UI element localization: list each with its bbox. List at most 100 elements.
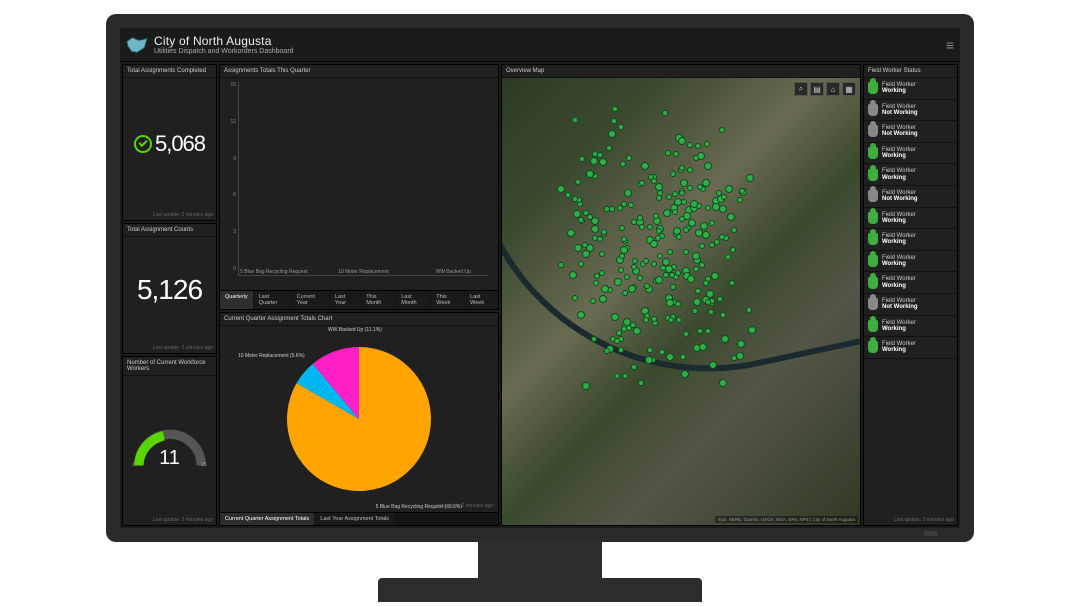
map-point[interactable] (645, 356, 653, 364)
map-point[interactable] (591, 217, 599, 225)
map-point[interactable] (736, 352, 744, 360)
map-point[interactable] (572, 295, 578, 301)
map-point[interactable] (621, 236, 627, 242)
map-point[interactable] (669, 272, 675, 278)
map-point[interactable] (714, 239, 720, 245)
hamburger-menu-icon[interactable]: ≡ (946, 37, 954, 53)
map-point[interactable] (601, 229, 607, 235)
map-point[interactable] (651, 261, 657, 267)
map-point[interactable] (746, 307, 752, 313)
map-point[interactable] (572, 196, 578, 202)
bar-tab[interactable]: Last Month (396, 291, 430, 309)
map-point[interactable] (709, 242, 715, 248)
map-point[interactable] (705, 328, 711, 334)
map-point[interactable] (656, 228, 662, 234)
map-point[interactable] (582, 382, 590, 390)
map-point[interactable] (620, 246, 628, 254)
map-point[interactable] (663, 272, 669, 278)
map-point[interactable] (572, 117, 578, 123)
map-point[interactable] (692, 252, 700, 260)
worker-item[interactable]: Field WorkerNot Working (864, 100, 957, 122)
map-point[interactable] (611, 313, 619, 321)
map-point[interactable] (706, 290, 714, 298)
map-point[interactable] (628, 285, 636, 293)
map-point[interactable] (608, 130, 616, 138)
bar-tab[interactable]: Last Year (330, 291, 360, 309)
map-point[interactable] (614, 278, 622, 286)
map-point[interactable] (644, 283, 650, 289)
map-point[interactable] (592, 151, 598, 157)
worker-item[interactable]: Field WorkerWorking (864, 316, 957, 338)
map-point[interactable] (687, 167, 693, 173)
map-point[interactable] (631, 264, 637, 270)
map-point[interactable] (657, 253, 663, 259)
map-point[interactable] (672, 191, 678, 197)
worker-item[interactable]: Field WorkerNot Working (864, 294, 957, 316)
pie-tab[interactable]: Current Quarter Assignment Totals (220, 513, 314, 525)
map-point[interactable] (574, 244, 582, 252)
map-point[interactable] (720, 312, 726, 318)
worker-item[interactable]: Field WorkerNot Working (864, 186, 957, 208)
map-point[interactable] (579, 156, 585, 162)
map-point[interactable] (683, 249, 689, 255)
map-point[interactable] (678, 137, 686, 145)
map-point[interactable] (695, 288, 701, 294)
map-point[interactable] (679, 165, 685, 171)
map-point[interactable] (705, 205, 711, 211)
bar-tab[interactable]: Last Quarter (254, 291, 291, 309)
map-point[interactable] (647, 347, 653, 353)
map-point[interactable] (604, 348, 610, 354)
map-point[interactable] (675, 301, 681, 307)
map-point[interactable] (702, 179, 710, 187)
map-point[interactable] (618, 347, 624, 353)
map-point[interactable] (681, 370, 689, 378)
map-point[interactable] (709, 361, 717, 369)
map-home-icon[interactable]: ⌂ (826, 82, 840, 96)
map-point[interactable] (731, 355, 737, 361)
map-point[interactable] (619, 225, 625, 231)
map-point[interactable] (611, 118, 617, 124)
map-point[interactable] (643, 317, 649, 323)
map-point[interactable] (622, 373, 628, 379)
map-search-icon[interactable]: ⌕ (794, 82, 808, 96)
map-point[interactable] (695, 143, 701, 149)
map-point[interactable] (624, 274, 630, 280)
bar-tab[interactable]: Last Week (465, 291, 498, 309)
map-point[interactable] (628, 202, 634, 208)
map-point[interactable] (586, 244, 594, 252)
map-basemap-icon[interactable]: ▦ (842, 82, 856, 96)
map-point[interactable] (672, 209, 678, 215)
worker-item[interactable]: Field WorkerNot Working (864, 121, 957, 143)
map-point[interactable] (674, 198, 682, 206)
map-point[interactable] (663, 209, 671, 217)
map-point[interactable] (704, 141, 710, 147)
map-point[interactable] (623, 318, 631, 326)
bar-tab[interactable]: Quarterly (220, 291, 253, 309)
map-point[interactable] (620, 161, 626, 167)
map-point[interactable] (599, 270, 605, 276)
map-point[interactable] (719, 127, 725, 133)
map-point[interactable] (673, 151, 679, 157)
map-point[interactable] (606, 145, 612, 151)
worker-item[interactable]: Field WorkerWorking (864, 143, 957, 165)
map-point[interactable] (697, 328, 703, 334)
map-point[interactable] (657, 190, 663, 196)
worker-item[interactable]: Field WorkerWorking (864, 272, 957, 294)
map-point[interactable] (619, 253, 625, 259)
map-point[interactable] (676, 317, 682, 323)
map-point[interactable] (639, 180, 645, 186)
map-point[interactable] (631, 219, 637, 225)
worker-item[interactable]: Field WorkerWorking (864, 337, 957, 359)
map-point[interactable] (721, 335, 729, 343)
map-point[interactable] (721, 194, 727, 200)
map-point[interactable] (565, 192, 571, 198)
overview-map[interactable]: ⌕ ▤ ⌂ ▦ Esri, HERE, Garmin, USGS, NGA, E… (502, 78, 860, 525)
bar-tab[interactable]: This Month (361, 291, 395, 309)
pie-tab[interactable]: Last Year Assignment Totals (315, 513, 394, 525)
map-point[interactable] (626, 155, 632, 161)
map-point[interactable] (612, 106, 618, 112)
worker-item[interactable]: Field WorkerWorking (864, 164, 957, 186)
map-point[interactable] (647, 224, 653, 230)
map-point[interactable] (717, 296, 723, 302)
map-point[interactable] (660, 265, 666, 271)
